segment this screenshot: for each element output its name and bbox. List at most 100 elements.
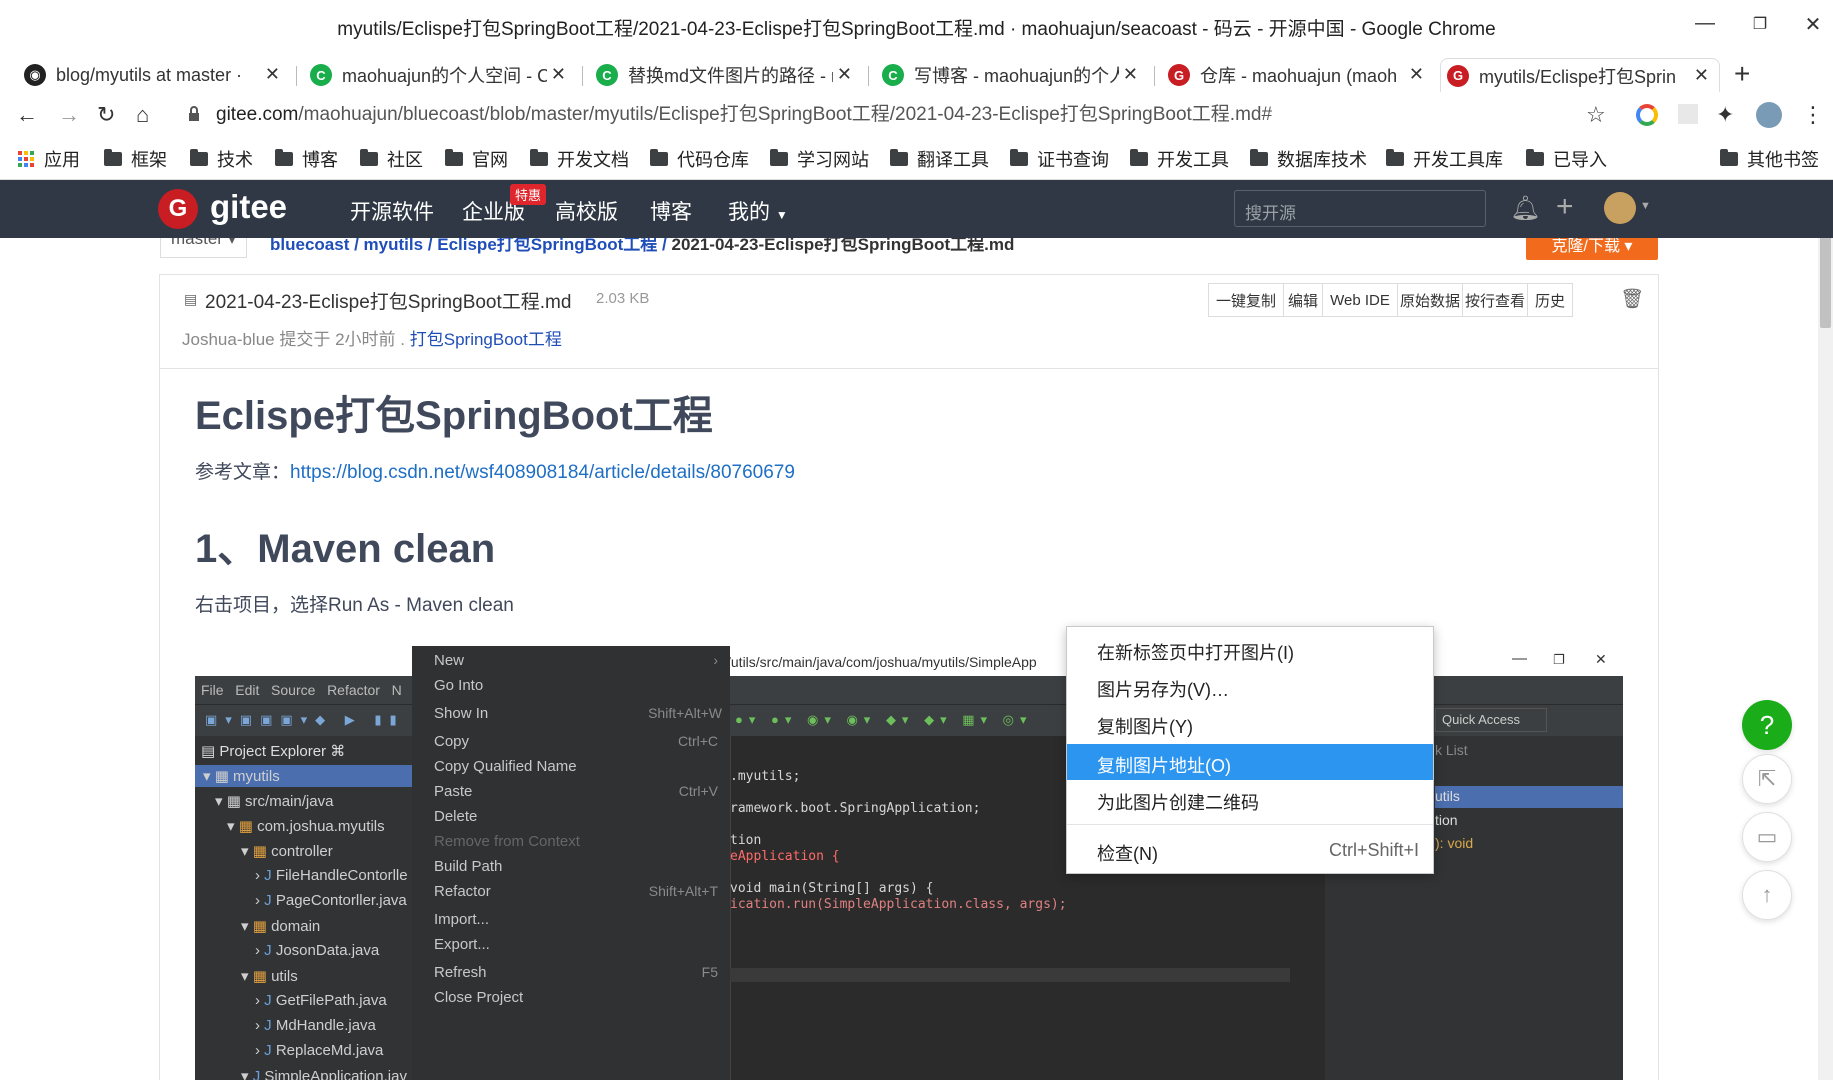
bookmark-other[interactable]: 其他书签 (1720, 146, 1819, 172)
history-button[interactable]: 历史 (1527, 283, 1573, 317)
inspect-item[interactable]: 检查(N) Ctrl+Shift+I (1067, 832, 1433, 868)
raw-button[interactable]: 原始数据 (1397, 283, 1463, 317)
search-input[interactable]: 搜开源 (1234, 190, 1486, 227)
folder-icon (445, 149, 463, 166)
comment-icon[interactable]: ▭ (1742, 812, 1792, 862)
copy-image-address-item[interactable]: 复制图片地址(O) (1067, 744, 1433, 780)
nav-mine[interactable]: 我的 ▼ (728, 196, 788, 226)
extensions-puzzle-icon[interactable]: ✦ (1716, 102, 1734, 128)
bookmark-folder[interactable]: 代码仓库 (650, 146, 749, 172)
tab-personal-space[interactable]: C maohuajun的个人空间 - C ✕ (304, 58, 576, 92)
tab-current[interactable]: G myutils/Eclispe打包Sprin ✕ (1440, 58, 1720, 92)
eclipse-menu-item: Edit (235, 682, 260, 698)
scrollbar-thumb[interactable] (1820, 238, 1831, 328)
breadcrumb-link[interactable]: bluecoast (270, 238, 349, 254)
tree-item: ▾ J SimpleApplication.jav (241, 1067, 407, 1080)
chrome-menu-icon[interactable]: ⋮ (1802, 102, 1824, 128)
bookmark-folder[interactable]: 框架 (104, 146, 167, 172)
bookmark-folder[interactable]: 证书查询 (1010, 146, 1109, 172)
breadcrumb-link[interactable]: Eclispe打包SpringBoot工程 (437, 238, 657, 254)
eclipse-menu-item: Refactor (327, 682, 380, 698)
copy-image-item[interactable]: 复制图片(Y) (1067, 705, 1433, 741)
copy-all-button[interactable]: 一键复制 (1208, 283, 1284, 317)
close-tab-icon[interactable]: ✕ (1123, 64, 1138, 85)
bookmark-folder[interactable]: 数据库技术 (1250, 146, 1367, 172)
profile-avatar[interactable] (1756, 102, 1782, 128)
nav-open-source[interactable]: 开源软件 (350, 196, 434, 226)
gitee-logo-icon[interactable]: G (158, 189, 198, 229)
close-tab-icon[interactable]: ✕ (265, 64, 280, 85)
folder-icon (1526, 149, 1544, 166)
bookmark-folder[interactable]: 翻译工具 (890, 146, 989, 172)
blame-button[interactable]: 按行查看 (1462, 283, 1528, 317)
bookmark-label: 翻译工具 (917, 150, 989, 170)
forward-icon[interactable]: → (58, 102, 80, 128)
bookmark-folder[interactable]: 技术 (190, 146, 253, 172)
close-tab-icon[interactable]: ✕ (1409, 64, 1424, 85)
tab-github[interactable]: ◉ blog/myutils at master · ✕ (18, 58, 290, 92)
bookmark-folder[interactable]: 博客 (275, 146, 338, 172)
share-icon[interactable]: ⇱ (1742, 754, 1792, 804)
tab-write-blog[interactable]: C 写博客 - maohuajun的个人 ✕ (876, 58, 1148, 92)
gitee-logo-text[interactable]: gitee (210, 188, 287, 226)
gitee-c-icon: C (882, 64, 904, 86)
extension-color-icon[interactable] (1636, 104, 1658, 126)
breadcrumb-link[interactable]: myutils (364, 238, 424, 254)
new-tab-button[interactable]: + (1734, 58, 1750, 90)
bookmark-folder[interactable]: 官网 (445, 146, 508, 172)
commit-message-link[interactable]: 打包SpringBoot工程 (410, 330, 562, 349)
bookmark-apps[interactable]: 应用 (18, 146, 80, 172)
commit-author[interactable]: Joshua-blue (182, 330, 275, 349)
bookmark-folder[interactable]: 社区 (360, 146, 423, 172)
eclipse-ctx-item: Remove from Context (434, 833, 580, 850)
reload-icon[interactable]: ↻ (97, 102, 115, 128)
bookmark-folder[interactable]: 开发工具库 (1386, 146, 1503, 172)
user-avatar[interactable] (1604, 192, 1636, 224)
eclipse-menu-item: Source (271, 682, 316, 698)
close-tab-icon[interactable]: ✕ (551, 64, 566, 85)
close-tab-icon[interactable]: ✕ (837, 64, 852, 85)
tab-repositories[interactable]: G 仓库 - maohuajun (maoh ✕ (1162, 58, 1434, 92)
eclipse-quick-access: Quick Access (1435, 708, 1547, 732)
chevron-down-icon[interactable]: ▼ (1640, 200, 1651, 212)
restore-button[interactable]: ❐ (1745, 14, 1775, 34)
help-button[interactable]: ? (1742, 700, 1792, 750)
back-to-top-icon[interactable]: ↑ (1742, 870, 1792, 920)
bookmark-folder[interactable]: 学习网站 (770, 146, 869, 172)
minimize-button[interactable]: — (1690, 12, 1720, 35)
address-bar-row: ← → ↻ ⌂ gitee.com/maohuajun/bluecoast/bl… (0, 92, 1833, 138)
bookmark-folder[interactable]: 已导入 (1526, 146, 1607, 172)
reference-link[interactable]: https://blog.csdn.net/wsf408908184/artic… (290, 462, 795, 483)
nav-university[interactable]: 高校版 (555, 196, 618, 226)
github-icon: ◉ (24, 64, 46, 86)
open-image-new-tab-item[interactable]: 在新标签页中打开图片(I) (1067, 631, 1433, 667)
tree-label: FileHandleContorlle (275, 867, 408, 884)
home-icon[interactable]: ⌂ (136, 102, 149, 128)
bookmark-star-icon[interactable]: ☆ (1586, 102, 1606, 128)
close-window-button[interactable]: ✕ (1798, 12, 1828, 37)
url-input[interactable]: gitee.com/maohuajun/bluecoast/blob/maste… (216, 99, 1272, 126)
bookmark-folder[interactable]: 开发工具 (1130, 146, 1229, 172)
back-icon[interactable]: ← (16, 102, 38, 128)
lock-icon[interactable] (188, 106, 200, 121)
url-host: gitee.com (216, 104, 299, 125)
nav-blog[interactable]: 博客 (650, 196, 692, 226)
edit-button[interactable]: 编辑 (1283, 283, 1323, 317)
notification-bell-icon[interactable]: 🔔︎ (1510, 194, 1540, 223)
bookmark-folder[interactable]: 开发文档 (530, 146, 629, 172)
close-tab-icon[interactable]: ✕ (1694, 65, 1709, 86)
eclipse-ctx-item: Paste (434, 783, 473, 800)
create-qr-code-item[interactable]: 为此图片创建二维码 (1067, 781, 1433, 817)
clone-download-button[interactable]: 克隆/下载 ▾ (1526, 238, 1658, 260)
delete-trash-icon[interactable]: 🗑︎ (1620, 287, 1644, 311)
bookmark-label: 证书查询 (1037, 150, 1109, 170)
web-ide-button[interactable]: Web IDE (1322, 283, 1398, 317)
plus-icon[interactable]: + (1556, 190, 1574, 224)
eclipse-ctx-shortcut: Shift+Alt+W (648, 705, 722, 721)
scrollbar-track[interactable] (1818, 238, 1833, 1080)
tree-item: ▾ ▦ controller (241, 843, 333, 860)
save-image-as-item[interactable]: 图片另存为(V)… (1067, 668, 1433, 704)
branch-select[interactable]: master ▾ (160, 238, 248, 258)
tab-replace-md[interactable]: C 替换md文件图片的路径 - r ✕ (590, 58, 862, 92)
extension-blank-icon[interactable] (1678, 104, 1698, 124)
